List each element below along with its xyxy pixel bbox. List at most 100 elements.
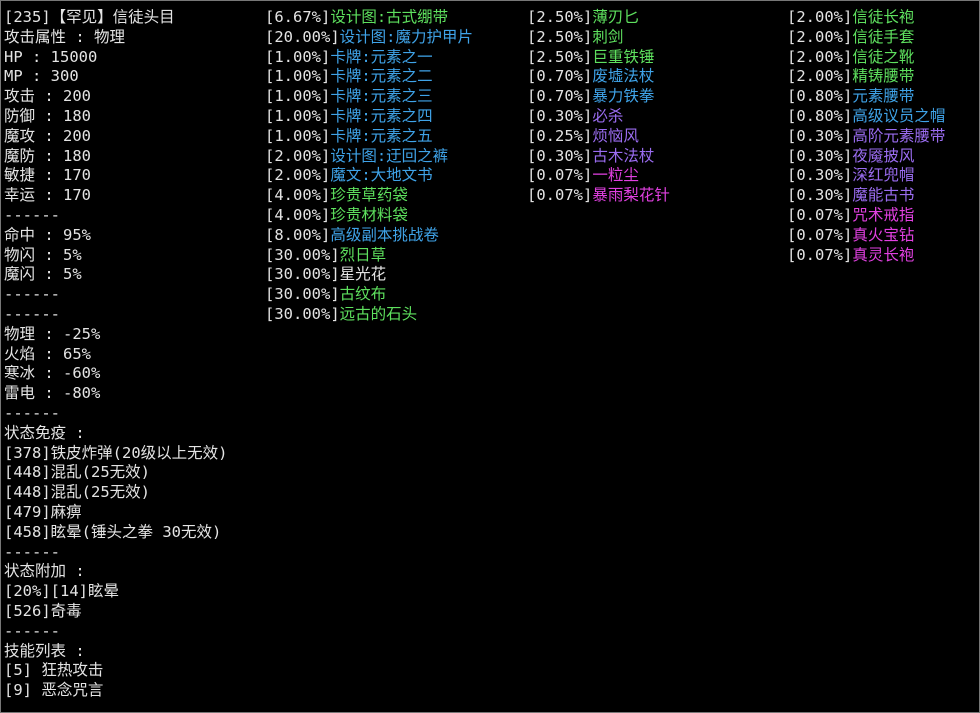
monster-info-panel: [235]【罕见】信徒头目 攻击属性 : 物理 HP : 15000 MP : 300… [0,0,980,713]
stat-line: 幸运 : 170 [4,186,91,205]
drop-item-name: 暴力铁拳 [592,87,655,106]
stat-line: [5] 狂热攻击 [4,661,104,680]
drop-item-name: 卡牌:元素之二 [330,67,433,86]
drop-item-name: 烈日草 [339,245,387,264]
drop-item-name: 精铸腰带 [852,67,915,86]
drop-rate: [0.30%] [787,126,853,145]
drop-item: [0.30%]深红兜帽 [787,166,945,186]
drop-item-name: 信徒手套 [852,27,915,46]
drop-item-name: 卡牌:元素之三 [330,87,433,106]
stat-line: ------ [4,542,60,561]
drop-item-name: 必杀 [592,106,624,125]
drop-item: [1.00%]卡牌:元素之四 [265,107,473,127]
drop-rate: [2.00%] [787,47,853,66]
stat-line: [458]眩晕(锤头之拳 30无效) [4,522,222,541]
drop-item-name: 远古的石头 [339,304,418,323]
drop-rate: [2.50%] [527,47,593,66]
stat-line: [479]麻痹 [4,502,82,521]
drop-item: [0.07%]咒术戒指 [787,206,945,226]
drop-rate: [30.00%] [265,245,340,264]
drop-item: [0.80%]元素腰带 [787,87,945,107]
drop-rate: [0.30%] [527,146,593,165]
drop-item: [2.50%]薄刃匕 [527,8,670,28]
stat-line: 防御 : 180 [4,106,91,125]
drop-rate: [4.00%] [265,186,331,205]
stat-line: 魔攻 : 200 [4,126,91,145]
drop-rate: [0.30%] [787,166,853,185]
drop-list-column-1: [6.67%]设计图:古式绷带 [20.00%]设计图:魔力护甲片 [1.00%]卡… [265,8,473,325]
drop-rate: [0.07%] [787,205,853,224]
drop-item: [20.00%]设计图:魔力护甲片 [265,28,473,48]
stat-line: ------ [4,285,60,304]
drop-item-name: 刺剑 [592,27,624,46]
drop-item-name: 星光花 [339,265,387,284]
drop-item-name: 古纹布 [339,285,387,304]
drop-item-name: 真火宝钻 [852,225,915,244]
drop-item-name: 魔能古书 [852,186,915,205]
drop-item: [0.70%]暴力铁拳 [527,87,670,107]
drop-item-name: 深红兜帽 [852,166,915,185]
stat-line: 火焰 : 65% [4,344,91,363]
drop-item: [0.07%]真火宝钻 [787,226,945,246]
drop-rate: [0.30%] [787,186,853,205]
drop-item-name: 暴雨梨花针 [592,186,670,205]
drop-rate: [0.80%] [787,106,853,125]
drop-item: [6.67%]设计图:古式绷带 [265,8,473,28]
drop-rate: [2.50%] [527,27,593,46]
stat-line: 物理 : -25% [4,324,101,343]
stat-line: ------ [4,403,60,422]
drop-item-name: 设计图:迂回之裤 [330,146,449,165]
drop-item-name: 夜魇披风 [852,146,915,165]
drop-rate: [0.07%] [787,245,853,264]
drop-item: [1.00%]卡牌:元素之一 [265,48,473,68]
stat-line: ------ [4,621,60,640]
drop-item-name: 古木法杖 [592,146,655,165]
monster-stats-column: [235]【罕见】信徒头目 攻击属性 : 物理 HP : 15000 MP : 300… [4,8,228,701]
drop-item-name: 高级副本挑战卷 [330,225,439,244]
drop-item: [1.00%]卡牌:元素之二 [265,67,473,87]
drop-rate: [0.80%] [787,87,853,106]
stat-line: 魔防 : 180 [4,146,91,165]
stat-line: 技能列表 : [4,641,85,660]
drop-item-name: 高级议员之帽 [852,106,946,125]
drop-item-name: 珍贵草药袋 [330,186,408,205]
drop-item-name: 高阶元素腰带 [852,126,946,145]
drop-rate: [0.07%] [527,186,593,205]
drop-rate: [30.00%] [265,285,340,304]
stat-line: 寒冰 : -60% [4,364,101,383]
drop-item: [2.00%]魔文:大地文书 [265,166,473,186]
drop-rate: [30.00%] [265,304,340,323]
drop-rate: [2.00%] [265,146,331,165]
drop-item: [1.00%]卡牌:元素之五 [265,127,473,147]
stat-line: [378]铁皮炸弹(20级以上无效) [4,443,228,462]
drop-item-name: 珍贵材料袋 [330,205,408,224]
drop-item: [2.00%]信徒长袍 [787,8,945,28]
stat-line: MP : 300 [4,67,79,86]
drop-item: [30.00%]远古的石头 [265,305,473,325]
drop-item-name: 卡牌:元素之四 [330,106,433,125]
stat-line: [448]混乱(25无效) [4,463,150,482]
stat-line: [448]混乱(25无效) [4,483,150,502]
drop-item: [0.07%]一粒尘 [527,166,670,186]
drop-rate: [0.30%] [527,106,593,125]
drop-item: [0.70%]废墟法杖 [527,67,670,87]
drop-item: [0.30%]夜魇披风 [787,147,945,167]
drop-item-name: 信徒之靴 [852,47,915,66]
drop-rate: [30.00%] [265,265,340,284]
drop-item-name: 卡牌:元素之五 [330,126,433,145]
drop-item: [2.00%]信徒之靴 [787,48,945,68]
drop-item-name: 设计图:古式绷带 [330,8,449,26]
drop-item: [0.07%]真灵长袍 [787,246,945,266]
drop-rate: [2.00%] [787,27,853,46]
stat-line: ------ [4,304,60,323]
stat-line: 魔闪 : 5% [4,265,82,284]
stat-line: 状态免疫 : [4,423,85,442]
drop-rate: [4.00%] [265,205,331,224]
drop-rate: [1.00%] [265,126,331,145]
stat-line: [235]【罕见】信徒头目 [4,8,175,26]
drop-rate: [2.50%] [527,8,593,26]
drop-item: [30.00%]星光花 [265,265,473,285]
drop-item-name: 咒术戒指 [852,205,915,224]
drop-rate: [2.00%] [787,8,853,26]
drop-item-name: 元素腰带 [852,87,915,106]
